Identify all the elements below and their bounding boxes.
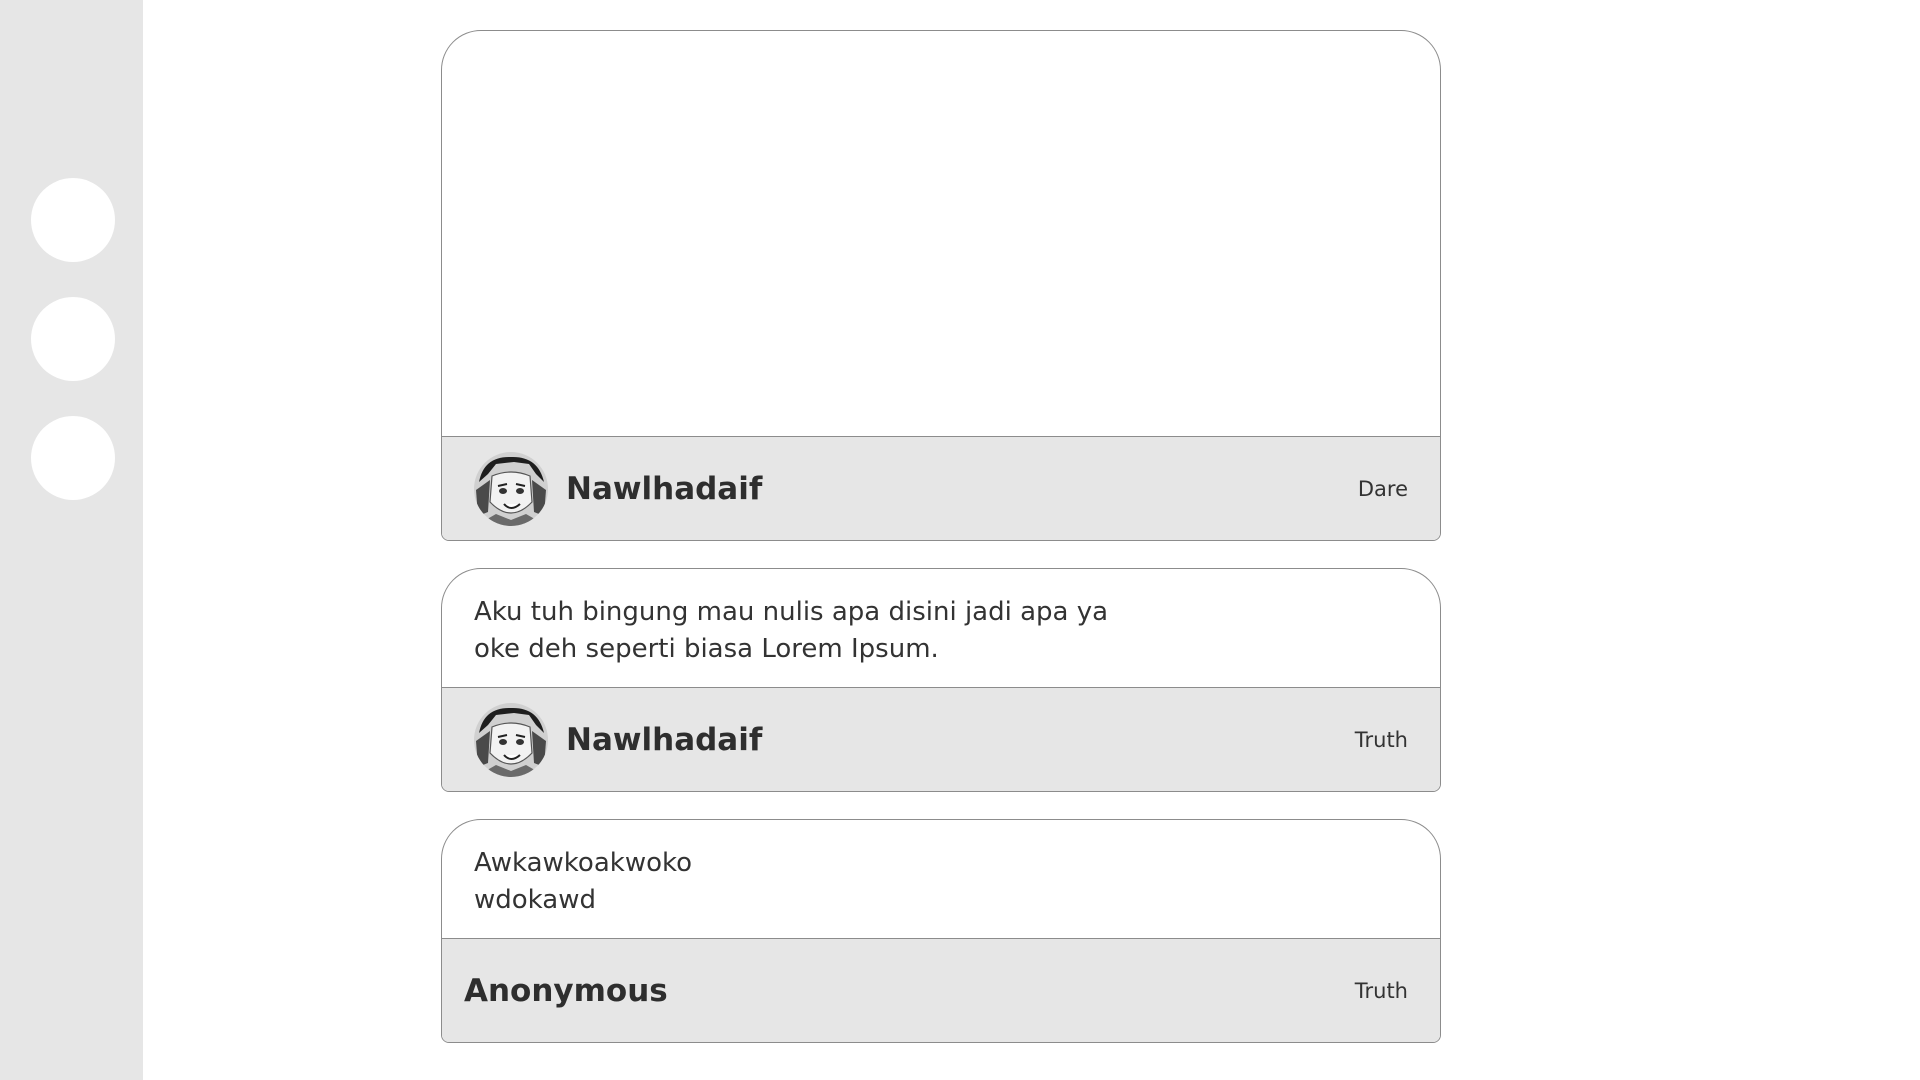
post-category: Truth bbox=[1354, 727, 1408, 752]
post-content-line: wdokawd bbox=[474, 885, 596, 915]
post-content-line: Awkawkoakwoko bbox=[474, 848, 693, 878]
post-card[interactable]: Awkawkoakwoko wdokawd Anonymous Truth bbox=[441, 819, 1441, 1043]
post-author[interactable]: Nawlhadaif bbox=[566, 722, 762, 758]
post-category: Dare bbox=[1357, 476, 1408, 501]
avatar[interactable] bbox=[474, 451, 548, 526]
post-content-empty bbox=[442, 31, 1440, 436]
post-footer: Nawlhadaif Dare bbox=[442, 436, 1440, 540]
post-footer: Nawlhadaif Truth bbox=[442, 687, 1440, 791]
manga-character-avatar-icon bbox=[474, 451, 548, 526]
post-card[interactable]: Aku tuh bingung mau nulis apa disini jad… bbox=[441, 568, 1441, 792]
sidebar-button-2[interactable] bbox=[31, 297, 115, 381]
avatar[interactable] bbox=[474, 702, 548, 777]
post-category: Truth bbox=[1354, 978, 1408, 1003]
sidebar-button-1[interactable] bbox=[31, 178, 115, 262]
post-content: Aku tuh bingung mau nulis apa disini jad… bbox=[442, 569, 1440, 687]
post-content: Awkawkoakwoko wdokawd bbox=[442, 820, 1440, 938]
post-author[interactable]: Nawlhadaif bbox=[566, 471, 762, 507]
manga-character-avatar-icon bbox=[474, 702, 548, 777]
post-content-line: Aku tuh bingung mau nulis apa disini jad… bbox=[474, 597, 1109, 627]
post-card[interactable]: Nawlhadaif Dare bbox=[441, 30, 1441, 541]
post-author: Anonymous bbox=[464, 972, 668, 1009]
post-content-line: oke deh seperti biasa Lorem Ipsum. bbox=[474, 634, 939, 664]
post-feed: Nawlhadaif Dare Aku tuh bingung mau nuli… bbox=[441, 30, 1441, 1043]
sidebar bbox=[0, 0, 143, 1080]
post-footer: Anonymous Truth bbox=[442, 938, 1440, 1042]
sidebar-button-3[interactable] bbox=[31, 416, 115, 500]
